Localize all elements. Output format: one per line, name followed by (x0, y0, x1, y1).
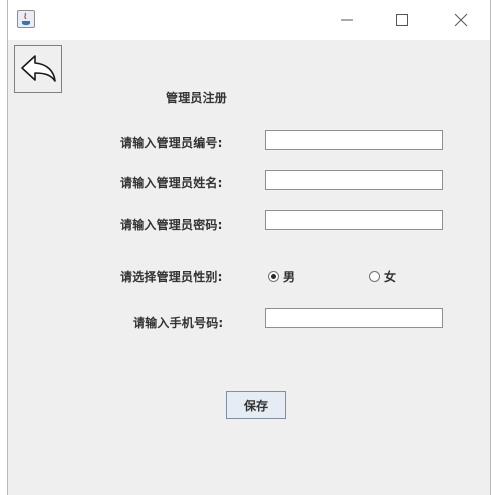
close-icon (454, 13, 468, 27)
gender-male-radio[interactable]: 男 (268, 268, 295, 285)
form-heading: 管理员注册 (166, 91, 228, 105)
admin-name-field[interactable] (265, 170, 443, 190)
radio-checked-icon (268, 271, 279, 282)
maximize-button[interactable] (390, 8, 414, 32)
gender-male-label: 男 (283, 270, 296, 284)
close-button[interactable] (449, 8, 473, 32)
phone-number-field[interactable] (265, 308, 443, 328)
gender-female-label: 女 (384, 270, 397, 284)
radio-unchecked-icon (369, 271, 380, 282)
admin-id-label: 请输入管理员编号: (120, 136, 223, 150)
maximize-icon (396, 14, 408, 26)
save-button[interactable]: 保存 (226, 391, 286, 419)
phone-number-label: 请输入手机号码: (133, 316, 224, 330)
registration-window: 管理员注册 请输入管理员编号: 请输入管理员姓名: 请输入管理员密码: 请选择管… (7, 0, 491, 495)
admin-id-field[interactable] (265, 130, 443, 150)
gender-female-radio[interactable]: 女 (369, 268, 396, 285)
admin-password-field[interactable] (265, 210, 443, 230)
admin-gender-label: 请选择管理员性别: (120, 270, 223, 284)
back-arrow-icon (21, 55, 56, 82)
minimize-icon (341, 19, 353, 21)
back-button[interactable] (14, 45, 62, 93)
admin-password-label: 请输入管理员密码: (120, 218, 223, 232)
admin-name-label: 请输入管理员姓名: (120, 176, 223, 190)
java-icon (17, 10, 35, 28)
minimize-button[interactable] (335, 8, 359, 32)
title-bar (8, 0, 490, 40)
